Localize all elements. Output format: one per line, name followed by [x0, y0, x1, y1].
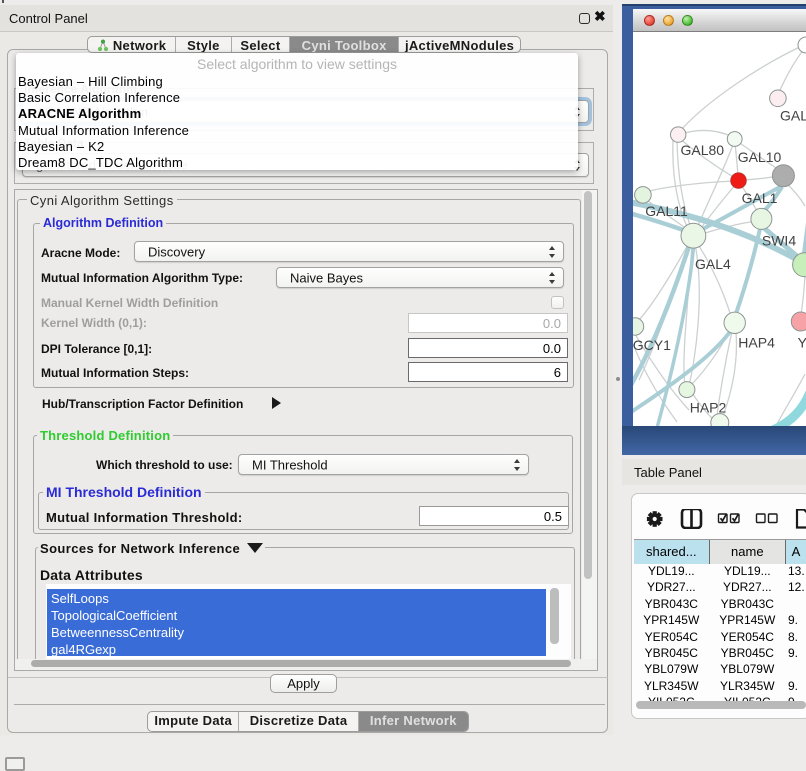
svg-text:GAL2: GAL2: [780, 108, 806, 124]
svg-text:YJ: YJ: [798, 335, 806, 351]
svg-text:GAL80: GAL80: [681, 142, 725, 158]
svg-text:HAP4: HAP4: [738, 335, 775, 351]
svg-text:GAL10: GAL10: [738, 149, 782, 165]
svg-text:HAP2: HAP2: [690, 400, 727, 416]
svg-text:SWI4: SWI4: [762, 233, 796, 249]
svg-text:GAL1: GAL1: [742, 190, 778, 206]
svg-text:GCY1: GCY1: [633, 337, 671, 353]
svg-text:GAL4: GAL4: [695, 256, 731, 272]
svg-text:GAL11: GAL11: [645, 203, 688, 219]
